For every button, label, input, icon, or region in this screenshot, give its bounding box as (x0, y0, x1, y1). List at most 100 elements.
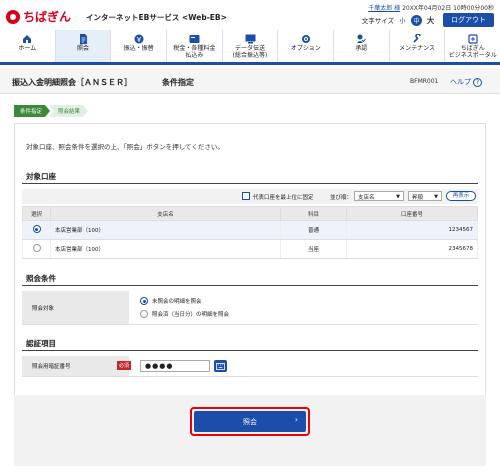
nav-option[interactable]: オプション (278, 30, 335, 62)
section-divider (22, 350, 478, 351)
nav-tax[interactable]: 税金・各種料金 払込み (167, 30, 223, 62)
option-radio[interactable] (140, 310, 148, 318)
approve-icon (356, 34, 367, 44)
chevron-down-icon: ▼ (396, 194, 400, 200)
top-header: ちばぎん インターネットEBサービス <Web-EB> 千葉太郎 様 20XX年… (0, 0, 500, 30)
col-select: 選択 (22, 206, 51, 221)
section-divider (22, 285, 478, 286)
refresh-button[interactable]: 再表示 (446, 191, 476, 201)
user-name-link[interactable]: 千葉太郎 様 (368, 5, 400, 12)
password-label: 照会用暗証番号 (22, 356, 129, 376)
option-unread[interactable]: 未照会の明細を照会 (140, 297, 202, 305)
option-label: 照会済（当日分）の明細を照会 (152, 312, 230, 318)
question-icon: ? (473, 78, 482, 87)
query-target-label: 照会対象 (22, 291, 129, 324)
account-radio[interactable] (32, 225, 41, 233)
query-section-title: 照会条件 (26, 274, 56, 283)
step-condition: 条件指定 (14, 105, 50, 117)
nav-label: メンテナンス (399, 45, 435, 52)
help-label: ヘルプ (450, 78, 471, 86)
data-transfer-icon (245, 34, 256, 44)
sort-label: 並び順： (330, 195, 353, 201)
inquiry-submit-button[interactable]: 照会 › (194, 411, 306, 432)
global-nav: ホーム 照会 振込・振替 税金・各種料金 払込み データ伝送 (総合振込等) オ… (0, 30, 500, 65)
nav-label: 照会 (77, 45, 90, 52)
brand-name: ちばぎん (23, 10, 72, 24)
service-name: インターネットEBサービス <Web-EB> (86, 13, 227, 22)
sort-order-value: 昇順 (412, 195, 424, 201)
nav-home[interactable]: ホーム (0, 30, 56, 62)
nav-label: 承認 (355, 45, 368, 52)
document-icon (78, 34, 89, 44)
type-cell: 当座 (280, 239, 347, 259)
instruction-text: 対象口座、照会条件を選択の上、「照会」ボタンを押してください。 (26, 143, 224, 151)
software-keyboard-icon[interactable] (214, 360, 227, 372)
header-controls: 文字サイズ 小 中 大 ログアウト (362, 13, 494, 27)
col-branch: 支店名 (50, 206, 281, 221)
nav-label: オプション (290, 45, 321, 52)
page-title-bar: 振込入金明細照会［ＡＮＳＥＲ］ 条件指定 BFMR001 ヘルプ? (0, 68, 500, 94)
nav-label: データ伝送 (総合振込等) (232, 45, 268, 59)
account-radio[interactable] (32, 244, 41, 252)
branch-cell: 本店営業部（100） (50, 239, 281, 259)
font-large-button[interactable]: 大 (425, 15, 436, 26)
sort-field-select[interactable]: 支店名 ▼ (354, 191, 404, 201)
required-badge: 必須 (117, 361, 132, 370)
nav-data-transfer[interactable]: データ伝送 (総合振込等) (223, 30, 279, 62)
col-type: 科目 (280, 206, 347, 221)
nav-label: 振込・振替 (123, 45, 154, 52)
pin-representative-checkbox[interactable] (242, 192, 250, 200)
option-radio[interactable] (140, 297, 148, 305)
nav-label: ちばぎん ビジネスポータル (448, 45, 497, 59)
tax-icon (189, 34, 200, 44)
portal-icon (467, 34, 478, 44)
option-label: 未照会の明細を照会 (152, 299, 202, 305)
user-info: 千葉太郎 様 20XX年04月02日 10時00分00秒 (368, 3, 494, 12)
col-number: 口座番号 (346, 206, 478, 221)
nav-maintenance[interactable]: メンテナンス (390, 30, 446, 62)
maintenance-icon (412, 34, 423, 44)
number-cell: 2345678 (346, 239, 478, 259)
logout-button[interactable]: ログアウト (443, 13, 494, 27)
chibagin-logo-icon (6, 9, 20, 24)
password-row: 照会用暗証番号 必須 ●●●● (22, 356, 478, 377)
table-header-row: 選択 支店名 科目 口座番号 (22, 206, 478, 221)
screen-code: BFMR001 (410, 78, 439, 85)
transfer-icon (133, 34, 144, 44)
help-link[interactable]: ヘルプ? (450, 77, 482, 87)
pin-representative-label: 代表口座を最上位に固定 (253, 195, 314, 201)
home-icon (22, 34, 33, 44)
page-subtitle: 条件指定 (162, 78, 194, 87)
submit-label: 照会 (243, 417, 257, 426)
nav-approve[interactable]: 承認 (334, 30, 390, 62)
account-table: 選択 支店名 科目 口座番号 本店営業部（100） 普通 1234567 本店営… (22, 206, 478, 259)
type-cell: 普通 (280, 220, 347, 240)
nav-portal[interactable]: ちばぎん ビジネスポータル (445, 30, 500, 62)
auth-section-title: 認証項目 (26, 339, 56, 348)
step-result: 照会結果 (49, 105, 88, 117)
number-cell: 1234567 (346, 220, 478, 240)
nav-transfer[interactable]: 振込・振替 (111, 30, 168, 62)
sort-field-value: 支店名 (358, 195, 375, 201)
table-row[interactable]: 本店営業部（100） 当座 2345678 (22, 239, 478, 259)
page-title: 振込入金明細照会［ＡＮＳＥＲ］ (12, 78, 132, 87)
option-icon (300, 34, 311, 44)
branch-cell: 本店営業部（100） (50, 220, 281, 240)
sort-order-select[interactable]: 昇順 ▼ (408, 191, 442, 201)
font-size-label: 文字サイズ (361, 17, 394, 25)
table-row[interactable]: 本店営業部（100） 普通 1234567 (22, 220, 478, 240)
query-target-row: 照会対象 未照会の明細を照会 照会済（当日分）の明細を照会 (22, 291, 478, 325)
account-options-bar: 代表口座を最上位に固定 並び順： 支店名 ▼ 昇順 ▼ 再表示 (22, 189, 478, 204)
nav-label: ホーム (18, 45, 37, 52)
chevron-down-icon: ▼ (434, 194, 438, 200)
option-read-today[interactable]: 照会済（当日分）の明細を照会 (140, 310, 229, 318)
chevron-right-icon: › (294, 415, 298, 424)
font-small-button[interactable]: 小 (397, 15, 408, 26)
progress-steps: 条件指定 照会結果 (14, 105, 88, 117)
account-section-title: 対象口座 (26, 172, 56, 181)
brand-logo[interactable]: ちばぎん (6, 8, 71, 25)
section-divider (22, 183, 478, 184)
font-mid-button[interactable]: 中 (411, 14, 422, 26)
nav-inquiry[interactable]: 照会 (55, 30, 112, 62)
password-input[interactable]: ●●●● (140, 360, 210, 372)
